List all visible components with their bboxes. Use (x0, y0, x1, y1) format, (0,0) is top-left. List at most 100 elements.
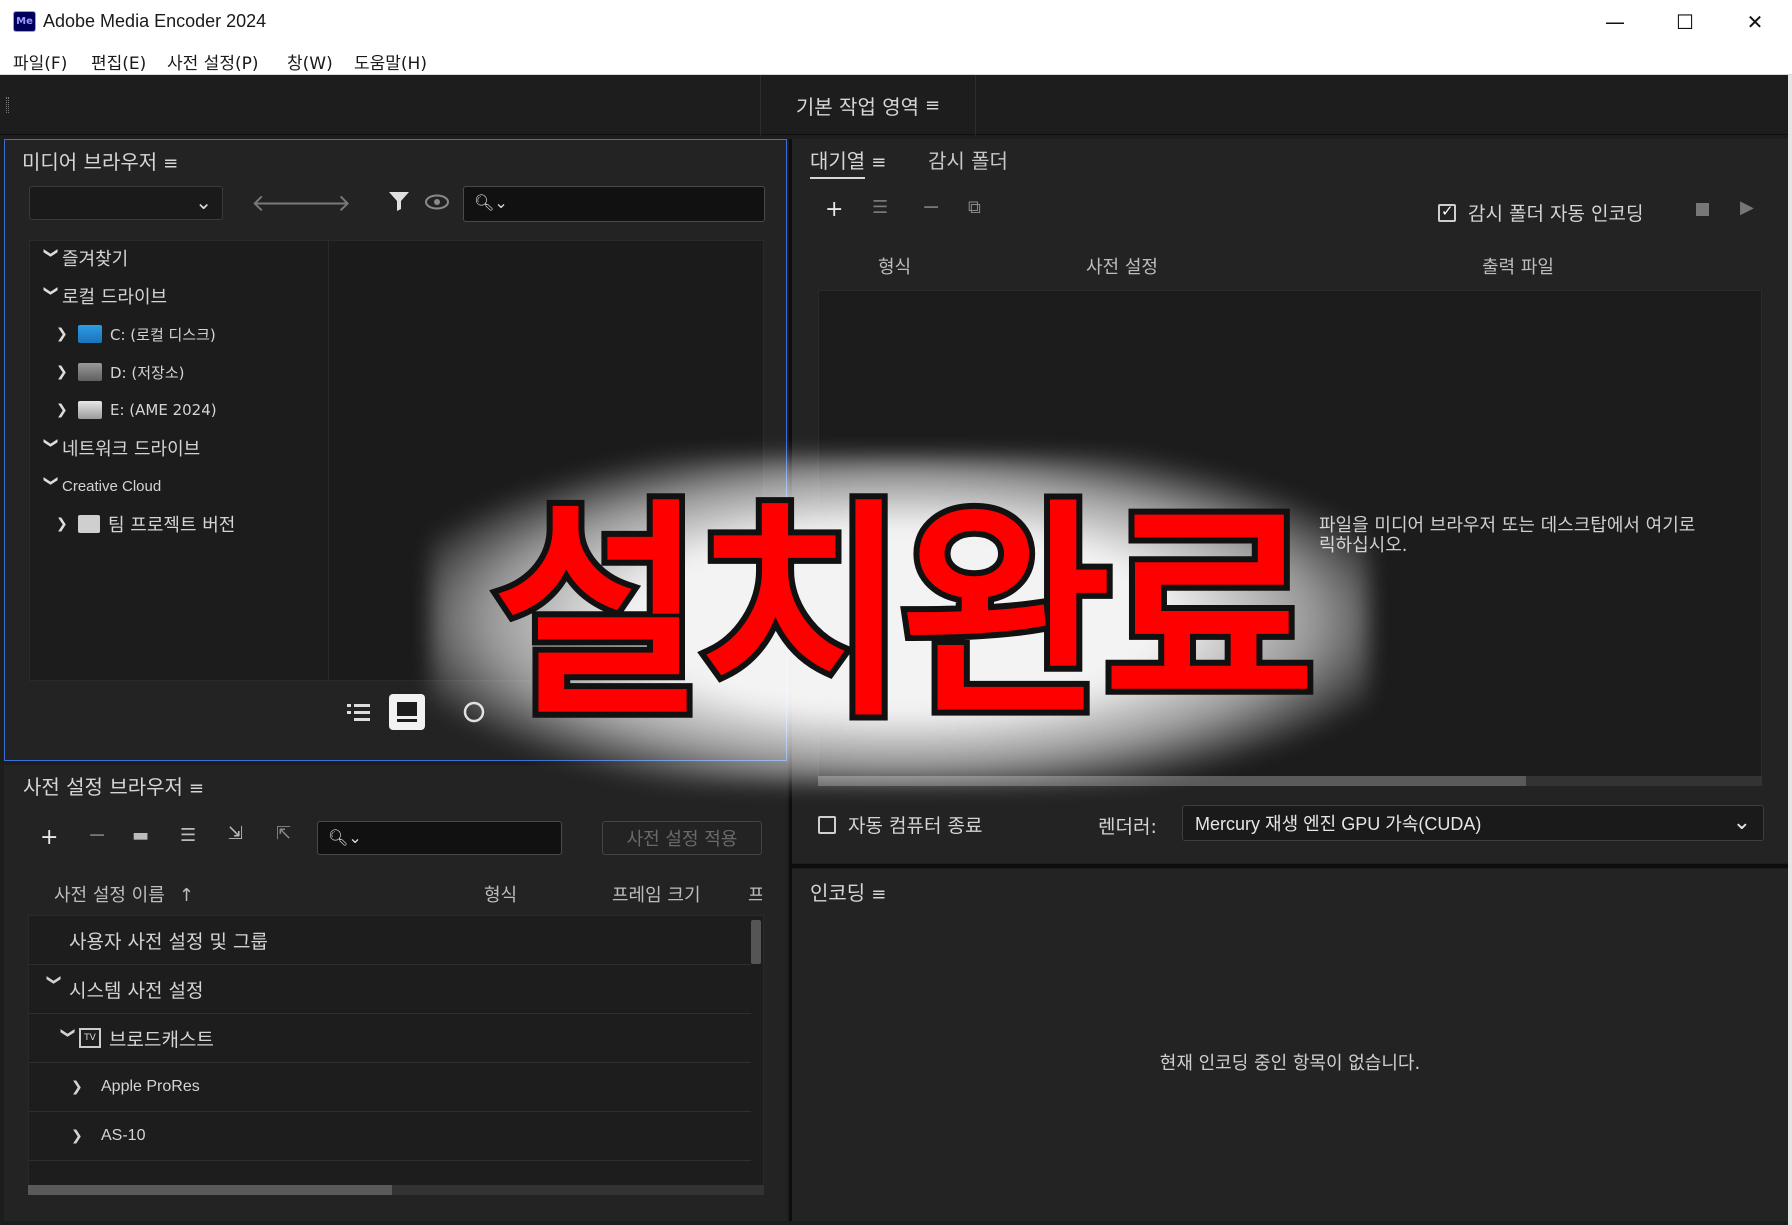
column-header-output-file[interactable]: 출력 파일 (1482, 253, 1554, 279)
add-preset-icon[interactable]: + (40, 825, 58, 850)
media-search-input[interactable]: 🔍︎⌄ (463, 186, 765, 222)
maximize-button[interactable]: ☐ (1650, 0, 1720, 44)
panel-menu-icon[interactable]: ≡ (189, 778, 204, 799)
remove-icon[interactable]: − (922, 195, 940, 220)
panel-menu-icon[interactable]: ≡ (871, 884, 886, 905)
preset-row-label: 브로드캐스트 (109, 1028, 214, 1051)
column-header-format[interactable]: 형식 (484, 881, 517, 907)
chevron-right-icon: ❯ (71, 1079, 83, 1095)
tree-item-creative-cloud[interactable]: ❯ Creative Cloud (40, 471, 161, 501)
auto-shutdown-label: 자동 컴퓨터 종료 (848, 815, 983, 837)
settings-sliders-icon[interactable]: ☰ (872, 197, 888, 218)
add-source-icon[interactable]: + (825, 197, 843, 222)
auto-encode-toggle[interactable]: 감시 폴더 자동 인코딩 (1438, 199, 1643, 226)
eye-icon[interactable] (425, 194, 449, 210)
preset-row-broadcast[interactable]: ❯ TV 브로드캐스트 (29, 1014, 751, 1063)
media-encoder-logo-icon: Me (13, 11, 36, 32)
tree-item-local-drives[interactable]: ❯ 로컬 드라이브 (40, 281, 167, 311)
preset-row-as10[interactable]: ❯ AS-10 (29, 1112, 751, 1161)
panel-menu-icon[interactable]: ≡ (925, 95, 940, 116)
menu-edit[interactable]: 편집(E) (91, 49, 146, 74)
tab-queue[interactable]: 대기열 ≡ (810, 145, 886, 179)
column-header-preset[interactable]: 사전 설정 (1086, 253, 1158, 279)
preset-browser-title: 사전 설정 브라우저 (23, 775, 183, 799)
tree-item-favorites[interactable]: ❯ 즐겨찾기 (40, 243, 128, 273)
menu-help[interactable]: 도움말(H) (354, 49, 427, 74)
search-icon: 🔍︎⌄ (474, 193, 508, 212)
horizontal-scrollbar[interactable] (28, 1185, 764, 1195)
tree-item-drive-e[interactable]: ❯ E: (AME 2024) (56, 395, 217, 425)
workspace-tab-label: 기본 작업 영역 (795, 94, 920, 119)
remove-preset-icon[interactable]: − (88, 823, 106, 848)
drive-icon (78, 363, 102, 381)
preset-row-apple-prores[interactable]: ❯ Apple ProRes (29, 1063, 751, 1112)
duplicate-icon[interactable]: ⧉ (968, 197, 981, 218)
panel-header: 사전 설정 브라우저 ≡ (23, 771, 204, 800)
thumbnail-view-icon[interactable] (389, 694, 425, 730)
encoding-empty-message: 현재 인코딩 중인 항목이 없습니다. (1159, 1053, 1421, 1074)
preset-search-input[interactable]: 🔍︎⌄ (317, 821, 562, 855)
chevron-down-icon: ⌄ (195, 190, 212, 214)
tree-item-label: 로컬 드라이브 (62, 287, 168, 308)
new-group-icon[interactable]: ▬ (132, 825, 149, 846)
tree-item-label: Creative Cloud (62, 477, 162, 495)
chevron-right-icon: ❯ (56, 326, 68, 342)
renderer-select[interactable]: Mercury 재생 엔진 GPU 가속(CUDA) ⌄ (1182, 805, 1764, 841)
chevron-down-icon: ❯ (43, 285, 59, 297)
tab-watch-folders[interactable]: 감시 폴더 (928, 145, 1008, 174)
tree-item-label: E: (AME 2024) (110, 401, 217, 419)
forward-arrow-icon[interactable]: 🡒 (287, 188, 351, 217)
auto-shutdown-toggle[interactable]: 자동 컴퓨터 종료 (818, 811, 982, 838)
preset-row-label: 사용자 사전 설정 및 그룹 (69, 930, 268, 953)
column-header-format[interactable]: 형식 (878, 253, 911, 279)
tree-item-label: D: (저장소) (110, 363, 185, 382)
minimize-button[interactable]: — (1580, 0, 1650, 44)
chevron-down-icon: ❯ (46, 974, 62, 986)
panel-menu-icon[interactable]: ≡ (871, 152, 886, 173)
stop-icon[interactable] (1696, 203, 1709, 216)
preset-row-label: AS-10 (101, 1127, 146, 1144)
menu-preset[interactable]: 사전 설정(P) (167, 49, 258, 74)
tree-item-label: 즐겨찾기 (62, 249, 129, 270)
menu-file[interactable]: 파일(F) (13, 49, 67, 74)
grip-handle-icon[interactable] (6, 97, 9, 113)
location-dropdown[interactable]: ⌄ (29, 186, 223, 220)
queue-tab-label: 대기열 (810, 149, 866, 179)
import-preset-icon[interactable]: ⇲ (228, 823, 243, 844)
auto-shutdown-checkbox[interactable] (818, 815, 836, 834)
tree-item-network-drives[interactable]: ❯ 네트워크 드라이브 (40, 433, 200, 463)
window-edge (1788, 75, 1792, 1225)
renderer-value: Mercury 재생 엔진 GPU 가속(CUDA) (1195, 814, 1482, 834)
menu-window[interactable]: 창(W) (287, 49, 333, 74)
apply-preset-button[interactable]: 사전 설정 적용 (602, 821, 762, 855)
preset-row-system[interactable]: ❯ 시스템 사전 설정 (29, 965, 751, 1014)
chevron-right-icon: ❯ (71, 1128, 83, 1144)
preset-browser-panel: 사전 설정 브라우저 ≡ + − ▬ ☰ ⇲ ⇱ 🔍︎⌄ 사전 설정 적용 사전 … (4, 765, 787, 1221)
tree-item-drive-d[interactable]: ❯ D: (저장소) (56, 357, 184, 387)
chevron-right-icon: ❯ (56, 402, 68, 418)
panel-menu-icon[interactable]: ≡ (163, 153, 178, 174)
tree-item-drive-c[interactable]: ❯ C: (로컬 디스크) (56, 319, 216, 349)
chevron-right-icon: ❯ (56, 364, 68, 380)
play-icon[interactable]: ▶ (1740, 197, 1754, 218)
preset-row-user[interactable]: 사용자 사전 설정 및 그룹 (29, 916, 751, 965)
media-browser-title: 미디어 브라우저 (22, 150, 158, 174)
chevron-down-icon: ❯ (60, 1027, 76, 1039)
vertical-scrollbar[interactable] (751, 920, 761, 964)
windows-drive-icon (78, 325, 102, 343)
chevron-down-icon: ❯ (43, 437, 59, 449)
workspace-tab[interactable]: 기본 작업 영역 ≡ (760, 75, 976, 135)
column-header-frame-size[interactable]: 프레임 크기 (612, 881, 701, 907)
preset-settings-icon[interactable]: ☰ (180, 825, 196, 846)
auto-encode-checkbox[interactable] (1438, 202, 1456, 222)
column-header-truncated[interactable]: 프 (748, 881, 762, 907)
tree-item-team-project[interactable]: ❯ 팀 프로젝트 버전 (56, 509, 235, 539)
chevron-down-icon: ❯ (43, 247, 59, 259)
panel-divider[interactable] (792, 864, 1788, 868)
filter-icon[interactable] (387, 189, 411, 213)
export-preset-icon[interactable]: ⇱ (276, 823, 291, 844)
scrollbar-thumb[interactable] (28, 1185, 392, 1195)
column-header-preset-name[interactable]: 사전 설정 이름 ↑ (54, 881, 194, 907)
list-view-icon[interactable] (347, 702, 371, 722)
close-button[interactable]: ✕ (1720, 0, 1790, 44)
